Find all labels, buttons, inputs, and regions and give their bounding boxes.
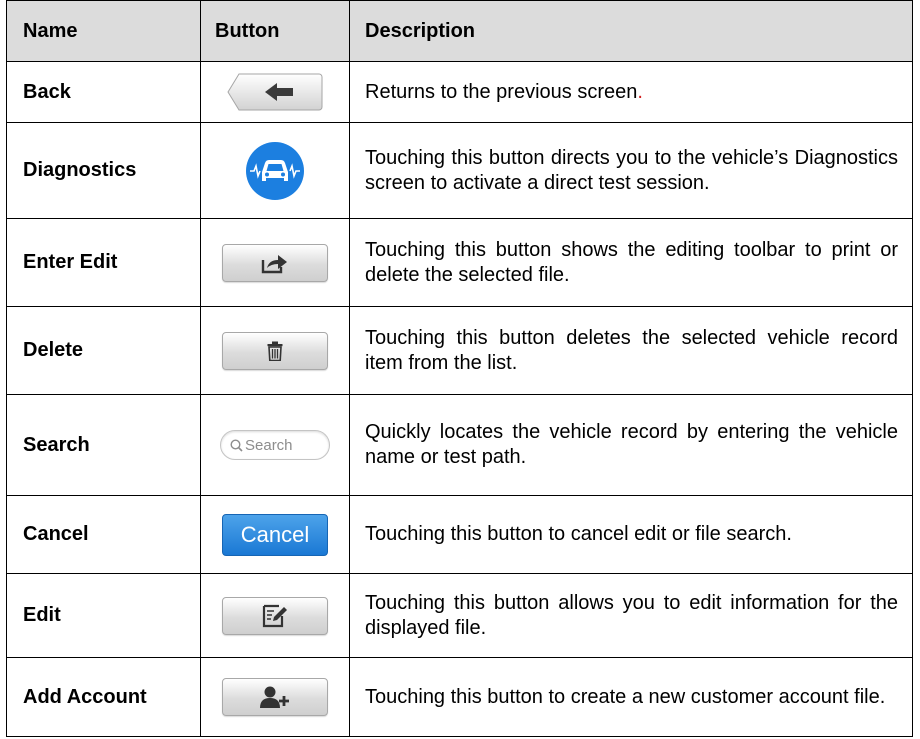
- row-name: Edit: [7, 574, 201, 657]
- table-row: Search Search Quickly locates the vehicl…: [7, 394, 912, 495]
- trash-icon: [267, 341, 283, 361]
- row-description: Touching this button allows you to edit …: [365, 591, 898, 639]
- row-name: Enter Edit: [7, 219, 201, 306]
- row-name: Search: [7, 395, 201, 495]
- table-row: Edit Touching this button allows you to …: [7, 573, 912, 657]
- table-row: Back Returns to the previous screen.: [7, 61, 912, 122]
- search-icon: [230, 438, 243, 452]
- share-export-icon: [261, 254, 287, 273]
- button-reference-table: Name Button Description Back Returns to …: [6, 0, 913, 737]
- table-row: Enter Edit Touching this button shows th…: [7, 218, 912, 306]
- car-diagnostics-icon[interactable]: [245, 141, 305, 201]
- search-input[interactable]: Search: [220, 430, 330, 460]
- row-name: Cancel: [7, 496, 201, 573]
- row-description: Touching this button to create a new cus…: [365, 685, 886, 708]
- row-description: Touching this button to cancel edit or f…: [365, 523, 792, 545]
- add-user-icon: [260, 686, 289, 708]
- edit-button[interactable]: [222, 596, 328, 635]
- table-row: Diagnostics Touching this button directs…: [7, 122, 912, 218]
- row-description: Quickly locates the vehicle record by en…: [365, 421, 898, 468]
- row-description: Touching this button directs you to the …: [365, 146, 898, 194]
- row-name: Delete: [7, 307, 201, 394]
- header-name: Name: [7, 1, 201, 61]
- search-placeholder: Search: [245, 436, 293, 454]
- table-header-row: Name Button Description: [7, 0, 912, 61]
- row-description: Touching this button shows the editing t…: [365, 238, 898, 286]
- row-name: Add Account: [7, 658, 201, 736]
- add-account-button[interactable]: [222, 678, 328, 716]
- back-button[interactable]: [227, 73, 323, 111]
- header-description: Description: [365, 19, 476, 42]
- table-row: Delete Touching this button deletes the …: [7, 306, 912, 394]
- header-button: Button: [201, 1, 350, 61]
- edit-note-icon: [262, 604, 287, 627]
- row-description: Returns to the previous screen.: [365, 80, 643, 103]
- row-name: Back: [7, 62, 201, 122]
- delete-button[interactable]: [222, 331, 328, 370]
- row-description: Touching this button deletes the selecte…: [365, 326, 898, 374]
- cancel-button[interactable]: Cancel: [222, 513, 328, 556]
- enter-edit-button[interactable]: [222, 243, 328, 282]
- back-arrow-icon: [227, 73, 323, 111]
- table-row: Add Account Touching this button to crea…: [7, 657, 912, 736]
- row-name: Diagnostics: [7, 123, 201, 218]
- table-row: Cancel Cancel Touching this button to ca…: [7, 495, 912, 573]
